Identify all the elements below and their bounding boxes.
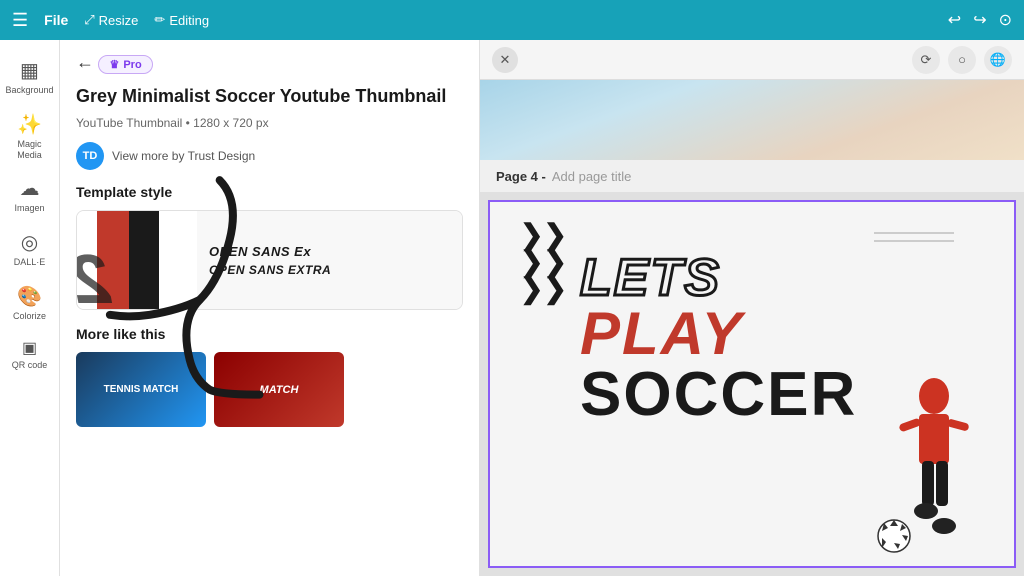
sidebar-label-dalle: DALL·E xyxy=(14,257,46,268)
left-panel: ← ♛ Pro Grey Minimalist Soccer Youtube T… xyxy=(60,40,480,576)
thumb-match-label: MATCH xyxy=(260,384,299,396)
sidebar-label-imagen: Imagen xyxy=(14,203,44,214)
undo-icon[interactable]: ↩ xyxy=(948,10,961,30)
canvas-top-actions: ⟳ ○ 🌐 xyxy=(912,46,1012,74)
template-meta: YouTube Thumbnail • 1280 x 720 px xyxy=(76,116,463,130)
style-font-name-line2: OPEN SANS EXTRA xyxy=(209,263,450,277)
canvas-top-bar: ✕ ⟳ ○ 🌐 xyxy=(480,40,1024,80)
dalle-icon: ◎ xyxy=(21,230,38,255)
resize-label: Resize xyxy=(99,13,139,28)
lets-text: LETS xyxy=(580,252,857,304)
redo-icon[interactable]: ↪ xyxy=(973,10,986,30)
canvas-area: ✕ ⟳ ○ 🌐 Page 4 - Add page title xyxy=(480,40,1024,576)
pro-badge: ♛ Pro xyxy=(98,55,152,74)
close-button[interactable]: ✕ xyxy=(492,47,518,73)
thumb-tennis-label: TENNIS MATCH xyxy=(104,384,179,395)
sidebar-label-background: Background xyxy=(5,85,53,96)
page-title-input[interactable]: Add page title xyxy=(552,169,632,184)
design-canvas[interactable]: ❯❯ ❯❯ ❯❯ LETS PLAY SOCCER xyxy=(480,192,1024,576)
sidebar-item-dalle[interactable]: ◎ DALL·E xyxy=(0,224,59,274)
decorative-lines xyxy=(874,232,954,242)
page-title-bar: Page 4 - Add page title xyxy=(480,160,1024,192)
crown-icon: ♛ xyxy=(109,58,119,71)
brush-stroke-decoration: 2 xyxy=(77,244,111,309)
resize-menu[interactable]: ⤢ Resize xyxy=(84,12,138,28)
back-button[interactable]: ← xyxy=(76,52,94,73)
file-menu[interactable]: File xyxy=(44,12,68,28)
more-thumbnails: TENNIS MATCH MATCH xyxy=(76,352,463,427)
chevrons-decoration: ❯❯ ❯❯ ❯❯ xyxy=(520,222,567,302)
sidebar-item-colorize[interactable]: 🎨 Colorize xyxy=(0,278,59,328)
avatar: TD xyxy=(76,142,104,170)
line-2 xyxy=(874,240,954,242)
soccer-background: ❯❯ ❯❯ ❯❯ LETS PLAY SOCCER xyxy=(490,202,1014,566)
canvas-document: ❯❯ ❯❯ ❯❯ LETS PLAY SOCCER xyxy=(488,200,1016,568)
player-svg xyxy=(854,366,994,566)
menu-icon[interactable]: ☰ xyxy=(12,10,28,31)
canvas-preview-strip xyxy=(480,80,1024,160)
more-like-heading: More like this xyxy=(76,326,463,342)
share-icon[interactable]: ⊙ xyxy=(999,10,1012,30)
edit-icon: ✏ xyxy=(154,12,165,28)
magic-media-icon: ✨ xyxy=(17,112,42,137)
globe-button[interactable]: 🌐 xyxy=(984,46,1012,74)
sidebar-item-imagen[interactable]: ☁ Imagen xyxy=(0,170,59,220)
style-card-preview: 2 xyxy=(77,211,197,309)
background-icon: ▦ xyxy=(20,58,39,83)
author-name: View more by Trust Design xyxy=(112,149,255,163)
chevron-2: ❯❯ xyxy=(520,249,567,274)
imagen-icon: ☁ xyxy=(20,176,40,201)
template-style-card[interactable]: 2 OPEN SANS Ex OPEN SANS EXTRA xyxy=(76,210,463,310)
style-font-name-line1: OPEN SANS Ex xyxy=(209,244,450,259)
author-row[interactable]: TD View more by Trust Design xyxy=(76,142,463,170)
soccer-text: SOCCER xyxy=(580,364,857,426)
thumbnail-tennis[interactable]: TENNIS MATCH xyxy=(76,352,206,427)
sidebar-label-magic-media: Magic Media xyxy=(4,139,55,161)
sidebar-item-magic-media[interactable]: ✨ Magic Media xyxy=(0,106,59,167)
sidebar-label-colorize: Colorize xyxy=(13,311,46,322)
main-layout: ▦ Background ✨ Magic Media ☁ Imagen ◎ DA… xyxy=(0,40,1024,576)
editing-label: Editing xyxy=(169,13,209,28)
sidebar-item-background[interactable]: ▦ Background xyxy=(0,52,59,102)
black-stripe-decoration xyxy=(129,211,159,309)
colorize-icon: 🎨 xyxy=(17,284,42,309)
resize-icon: ⤢ xyxy=(84,12,94,28)
top-bar: ☰ File ⤢ Resize ✏ Editing ↩ ↪ ⊙ xyxy=(0,0,1024,40)
qr-icon: ▣ xyxy=(22,338,37,358)
chevron-3: ❯❯ xyxy=(520,276,567,301)
template-title: Grey Minimalist Soccer Youtube Thumbnail xyxy=(76,85,463,108)
style-card-text: OPEN SANS Ex OPEN SANS EXTRA xyxy=(197,211,462,309)
top-bar-actions: ↩ ↪ ⊙ xyxy=(948,10,1012,30)
chevron-1: ❯❯ xyxy=(520,222,567,247)
line-1 xyxy=(874,232,954,234)
template-style-heading: Template style xyxy=(76,184,463,200)
play-text: PLAY xyxy=(580,304,857,364)
thumbnail-match[interactable]: MATCH xyxy=(214,352,344,427)
sidebar-item-qr-code[interactable]: ▣ QR code xyxy=(0,332,59,377)
page-number-label: Page 4 - xyxy=(496,169,546,184)
soccer-text-block: LETS PLAY SOCCER xyxy=(580,252,857,426)
rotate-button[interactable]: ⟳ xyxy=(912,46,940,74)
pro-label: Pro xyxy=(123,59,141,71)
editing-menu[interactable]: ✏ Editing xyxy=(154,12,209,28)
sidebar-label-qr-code: QR code xyxy=(12,360,48,371)
player-silhouette xyxy=(854,366,1014,566)
sidebar-icons: ▦ Background ✨ Magic Media ☁ Imagen ◎ DA… xyxy=(0,40,60,576)
circle-button[interactable]: ○ xyxy=(948,46,976,74)
